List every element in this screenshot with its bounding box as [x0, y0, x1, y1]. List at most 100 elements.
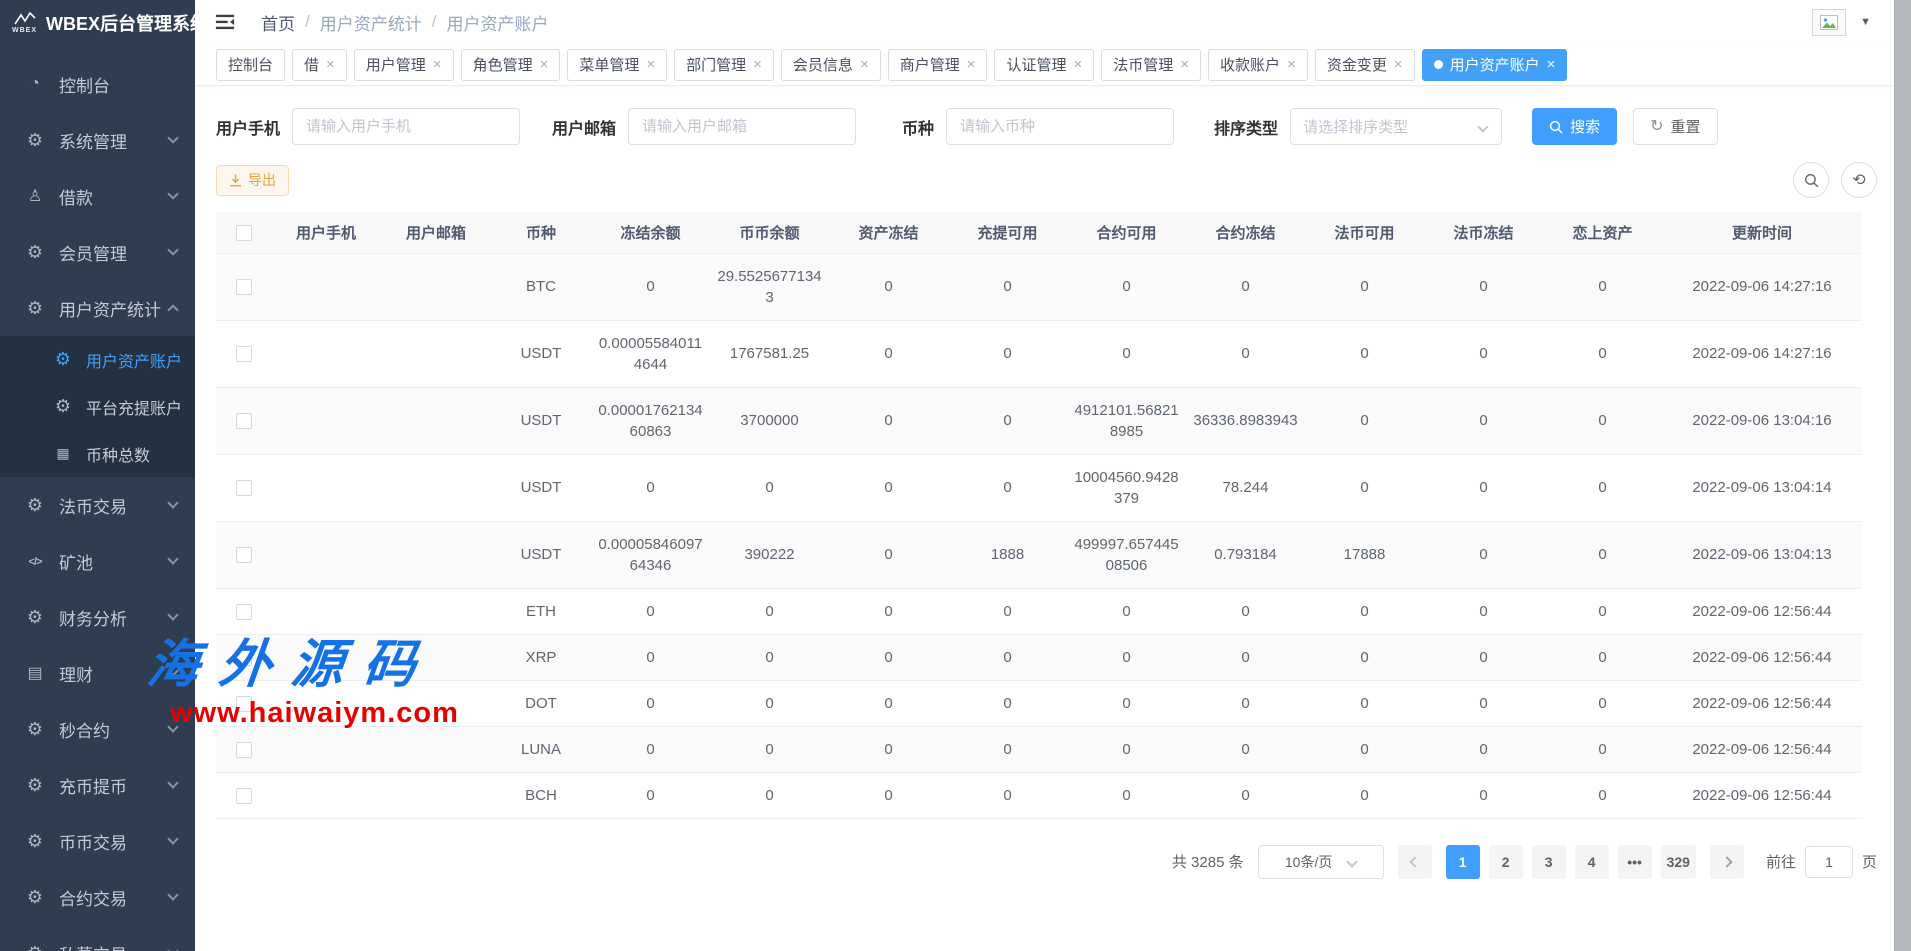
- gear-icon: [24, 775, 46, 796]
- sidebar-item[interactable]: 借款: [0, 168, 195, 224]
- sidebar-item[interactable]: 合约交易: [0, 869, 195, 925]
- tab[interactable]: 商户管理 ×: [888, 49, 988, 81]
- sidebar-item[interactable]: 币种总数: [0, 430, 195, 477]
- topbar: 首页 / 用户资产统计 / 用户资产账户 ▼: [195, 0, 1911, 44]
- tab-close-icon[interactable]: ×: [753, 57, 762, 72]
- coin-input[interactable]: [946, 108, 1174, 145]
- sidebar-item[interactable]: 矿池: [0, 533, 195, 589]
- goto-page-input[interactable]: [1805, 846, 1853, 878]
- page-button[interactable]: 3: [1532, 845, 1566, 879]
- cell-chain-asset: 0: [1543, 588, 1662, 634]
- next-page-button[interactable]: [1710, 845, 1744, 879]
- sidebar-item-label: 会员管理: [59, 240, 127, 265]
- sidebar-item[interactable]: 系统管理: [0, 112, 195, 168]
- sidebar-item[interactable]: 法币交易: [0, 477, 195, 533]
- tab[interactable]: 菜单管理 ×: [567, 49, 667, 81]
- sidebar-item[interactable]: 会员管理: [0, 224, 195, 280]
- cell-fiat-frozen: 0: [1424, 634, 1543, 680]
- page-button[interactable]: 1: [1446, 845, 1480, 879]
- cell-deposit-available: 0: [948, 680, 1067, 726]
- sidebar-item[interactable]: 币币交易: [0, 813, 195, 869]
- tab-close-icon[interactable]: ×: [860, 57, 869, 72]
- user-menu-caret-icon[interactable]: ▼: [1860, 16, 1871, 28]
- page-size-select[interactable]: 10条/页: [1258, 845, 1384, 879]
- avatar[interactable]: [1812, 9, 1846, 36]
- sort-select[interactable]: 请选择排序类型: [1290, 108, 1502, 145]
- sidebar-item[interactable]: 平台充提账户: [0, 383, 195, 430]
- tab-close-icon[interactable]: ×: [1394, 57, 1403, 72]
- tab-label: 部门管理: [686, 54, 746, 75]
- tab[interactable]: 用户管理 ×: [354, 49, 454, 81]
- row-checkbox[interactable]: [236, 346, 252, 362]
- row-checkbox[interactable]: [236, 604, 252, 620]
- tab-label: 控制台: [228, 54, 273, 75]
- tab-close-icon[interactable]: ×: [1547, 57, 1556, 72]
- sidebar-item[interactable]: 充币提币: [0, 757, 195, 813]
- page-button[interactable]: 2: [1489, 845, 1523, 879]
- reset-button[interactable]: ↻ 重置: [1633, 108, 1717, 145]
- row-checkbox[interactable]: [236, 480, 252, 496]
- tab-close-icon[interactable]: ×: [1074, 57, 1083, 72]
- row-checkbox[interactable]: [236, 742, 252, 758]
- tab[interactable]: 会员信息 ×: [781, 49, 881, 81]
- tab[interactable]: 控制台: [216, 49, 285, 81]
- row-checkbox[interactable]: [236, 413, 252, 429]
- tab-close-icon[interactable]: ×: [1287, 57, 1296, 72]
- tab[interactable]: 法币管理 ×: [1101, 49, 1201, 81]
- table-search-button[interactable]: [1793, 162, 1829, 198]
- page-button[interactable]: •••: [1618, 845, 1652, 879]
- tab-close-icon[interactable]: ×: [646, 57, 655, 72]
- page-button[interactable]: 329: [1661, 845, 1696, 879]
- cell-phone: [271, 454, 381, 521]
- sidebar-item[interactable]: 用户资产账户: [0, 336, 195, 383]
- cell-contract-available: 0: [1067, 320, 1186, 387]
- cell-phone: [271, 387, 381, 454]
- row-checkbox[interactable]: [236, 547, 252, 563]
- sidebar-item[interactable]: 用户资产统计: [0, 280, 195, 336]
- breadcrumb-stats[interactable]: 用户资产统计: [320, 10, 422, 35]
- topbar-right: ▼: [1812, 9, 1871, 36]
- row-checkbox[interactable]: [236, 696, 252, 712]
- row-checkbox[interactable]: [236, 788, 252, 804]
- download-icon: [229, 174, 242, 187]
- sidebar-fold-icon[interactable]: [213, 10, 237, 34]
- email-input[interactable]: [628, 108, 856, 145]
- tab-close-icon[interactable]: ×: [433, 57, 442, 72]
- tab[interactable]: 认证管理 ×: [994, 49, 1094, 81]
- column-header: 充提可用: [948, 212, 1067, 253]
- export-button[interactable]: 导出: [216, 165, 289, 196]
- cell-email: [381, 320, 491, 387]
- sidebar-item[interactable]: 秒合约: [0, 701, 195, 757]
- search-button[interactable]: 搜索: [1532, 108, 1617, 145]
- sidebar-item[interactable]: 私募交易: [0, 925, 195, 951]
- prev-page-button[interactable]: [1398, 845, 1432, 879]
- tab[interactable]: 部门管理 ×: [674, 49, 774, 81]
- window-scrollbar[interactable]: [1894, 0, 1911, 951]
- tab[interactable]: 用户资产账户 ×: [1422, 49, 1568, 81]
- cell-spot-balance: 0: [710, 772, 829, 818]
- tab[interactable]: 收款账户 ×: [1208, 49, 1308, 81]
- row-checkbox[interactable]: [236, 650, 252, 666]
- table-refresh-button[interactable]: ⟲: [1841, 162, 1877, 198]
- phone-input[interactable]: [292, 108, 520, 145]
- tab[interactable]: 借 ×: [292, 49, 347, 81]
- select-all-checkbox[interactable]: [236, 225, 252, 241]
- table-row: USDT 0 0 0 0 10004560.9428379 78.244 0 0…: [216, 454, 1862, 521]
- cell-updated: 2022-09-06 12:56:44: [1662, 680, 1862, 726]
- sidebar-item[interactable]: 财务分析: [0, 589, 195, 645]
- cell-email: [381, 772, 491, 818]
- tab-close-icon[interactable]: ×: [540, 57, 549, 72]
- tab[interactable]: 角色管理 ×: [461, 49, 561, 81]
- sidebar-item-label: 合约交易: [59, 885, 127, 910]
- row-checkbox[interactable]: [236, 279, 252, 295]
- sidebar-item[interactable]: 理财: [0, 645, 195, 701]
- tab[interactable]: 资金变更 ×: [1315, 49, 1415, 81]
- tab-close-icon[interactable]: ×: [967, 57, 976, 72]
- breadcrumb-home[interactable]: 首页: [261, 10, 295, 35]
- cell-asset-frozen: 0: [829, 726, 948, 772]
- tab-close-icon[interactable]: ×: [1180, 57, 1189, 72]
- page-button[interactable]: 4: [1575, 845, 1609, 879]
- tab-close-icon[interactable]: ×: [326, 57, 335, 72]
- sidebar-item[interactable]: 控制台: [0, 56, 195, 112]
- column-header: 法币冻结: [1424, 212, 1543, 253]
